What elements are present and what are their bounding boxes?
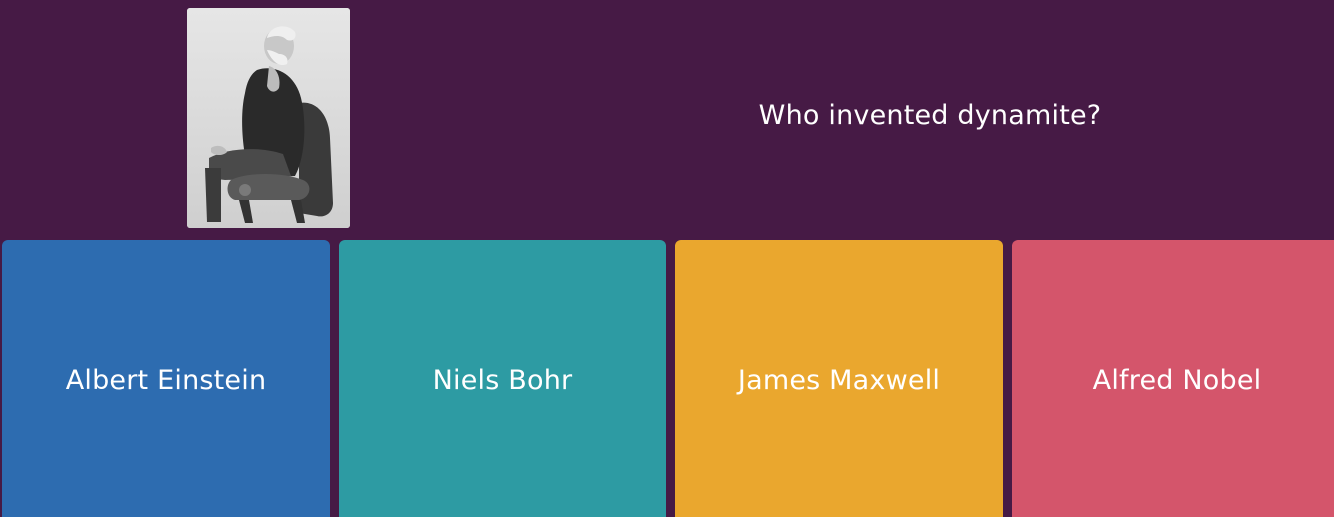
question-panel: Who invented dynamite? <box>0 0 1334 240</box>
question-text: Who invented dynamite? <box>758 100 1102 131</box>
answer-button-3[interactable]: James Maxwell <box>675 240 1003 517</box>
answer-button-4[interactable]: Alfred Nobel <box>1012 240 1334 517</box>
question-image <box>187 8 350 228</box>
quiz-screen: Who invented dynamite? Albert Einstein N… <box>0 0 1334 517</box>
answer-button-2[interactable]: Niels Bohr <box>339 240 666 517</box>
portrait-photo-icon <box>187 8 350 228</box>
answer-label: Albert Einstein <box>65 365 267 396</box>
answer-button-1[interactable]: Albert Einstein <box>2 240 330 517</box>
answer-label: James Maxwell <box>737 365 941 396</box>
answer-grid: Albert Einstein Niels Bohr James Maxwell… <box>0 240 1334 517</box>
answer-label: Alfred Nobel <box>1092 365 1262 396</box>
answer-label: Niels Bohr <box>432 365 573 396</box>
